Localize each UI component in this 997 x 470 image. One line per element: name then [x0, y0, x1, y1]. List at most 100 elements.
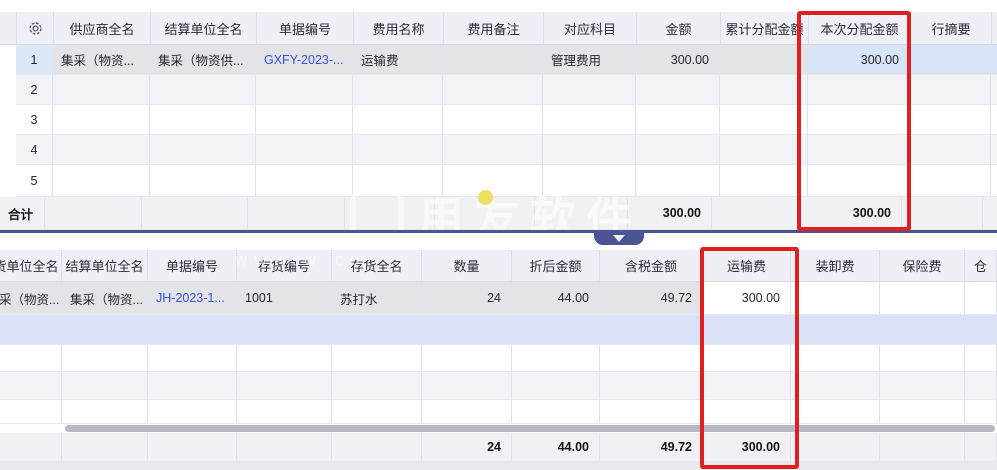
column-header-2[interactable]: 结算单位全名 [62, 250, 148, 282]
grid-cell[interactable] [703, 400, 791, 424]
grid-cell[interactable] [150, 135, 256, 165]
grid-cell[interactable] [600, 400, 703, 424]
grid-cell[interactable] [353, 105, 443, 135]
grid-cell[interactable] [148, 372, 237, 400]
grid-cell[interactable] [443, 165, 543, 197]
grid-cell[interactable] [53, 135, 150, 165]
grid-cell[interactable]: 集采（物资... [53, 45, 150, 75]
grid-cell[interactable] [636, 105, 720, 135]
grid-cell[interactable] [150, 105, 256, 135]
row-number[interactable]: 4 [16, 135, 53, 165]
column-header-9[interactable]: 运输费 [703, 250, 791, 282]
grid-cell[interactable] [791, 372, 880, 400]
grid-cell[interactable] [910, 105, 991, 135]
column-header-8[interactable]: 累计分配金额 [721, 12, 809, 45]
column-header-6[interactable]: 对应科目 [544, 12, 637, 45]
grid-cell[interactable] [880, 315, 965, 345]
column-header-5[interactable]: 费用备注 [444, 12, 544, 45]
grid-cell[interactable] [636, 75, 720, 105]
grid-cell[interactable] [636, 135, 720, 165]
grid-cell[interactable] [443, 135, 543, 165]
grid-cell[interactable] [422, 372, 512, 400]
grid-cell[interactable] [353, 165, 443, 197]
collapse-panel-button[interactable] [594, 232, 644, 245]
grid-cell[interactable] [910, 165, 991, 197]
column-header-8[interactable]: 含税金额 [600, 250, 703, 282]
grid-cell[interactable] [0, 345, 62, 372]
grid-cell[interactable] [880, 282, 965, 315]
grid-cell[interactable] [791, 400, 880, 424]
column-header-11[interactable]: 保险费 [880, 250, 965, 282]
grid-cell[interactable] [808, 165, 910, 197]
grid-cell[interactable] [237, 372, 332, 400]
grid-cell[interactable] [443, 75, 543, 105]
column-header-4[interactable]: 存货编号 [237, 250, 332, 282]
column-header-3[interactable]: 单据编号 [148, 250, 237, 282]
column-header-2[interactable]: 结算单位全名 [151, 12, 257, 45]
grid-cell[interactable] [543, 105, 636, 135]
grid-cell[interactable] [332, 315, 422, 345]
row-number[interactable]: 2 [16, 75, 53, 105]
grid-cell[interactable] [332, 345, 422, 372]
grid-cell[interactable] [965, 315, 997, 345]
grid-cell[interactable] [150, 75, 256, 105]
grid-cell[interactable] [910, 75, 991, 105]
row-number[interactable]: 3 [16, 105, 53, 135]
grid-cell[interactable] [720, 45, 808, 75]
grid-cell[interactable] [237, 400, 332, 424]
grid-cell[interactable] [62, 345, 148, 372]
grid-cell[interactable] [791, 282, 880, 315]
column-settings-button[interactable] [17, 12, 54, 45]
grid-cell[interactable]: 24 [422, 282, 512, 315]
column-header-6[interactable]: 数量 [422, 250, 512, 282]
grid-cell[interactable] [148, 345, 237, 372]
column-header-7[interactable]: 折后金额 [512, 250, 600, 282]
grid-cell[interactable] [53, 165, 150, 197]
grid-cell[interactable] [150, 165, 256, 197]
grid-cell[interactable] [720, 105, 808, 135]
grid-cell[interactable] [703, 372, 791, 400]
grid-cell[interactable] [808, 105, 910, 135]
grid-cell[interactable] [0, 315, 62, 345]
grid-cell[interactable] [148, 315, 237, 345]
grid-cell[interactable] [0, 400, 62, 424]
grid-cell[interactable]: GXFY-2023-... [256, 45, 353, 75]
grid-cell[interactable] [720, 165, 808, 197]
grid-cell[interactable] [512, 372, 600, 400]
grid-cell[interactable] [600, 345, 703, 372]
grid-cell[interactable] [443, 105, 543, 135]
grid-cell[interactable] [512, 345, 600, 372]
grid-cell[interactable]: 运输费 [353, 45, 443, 75]
column-header-9[interactable]: 本次分配金额 [809, 12, 911, 45]
grid-cell[interactable] [422, 345, 512, 372]
grid-cell[interactable] [512, 315, 600, 345]
grid-cell[interactable] [53, 75, 150, 105]
grid-cell[interactable] [422, 315, 512, 345]
grid-cell[interactable]: JH-2023-1... [148, 282, 237, 315]
grid-cell[interactable] [543, 75, 636, 105]
grid-cell[interactable]: 苏打水 [332, 282, 422, 315]
grid-cell[interactable]: 300.00 [636, 45, 720, 75]
grid-cell[interactable] [600, 315, 703, 345]
grid-cell[interactable] [910, 135, 991, 165]
grid-cell[interactable]: 1001 [237, 282, 332, 315]
grid-cell[interactable] [791, 315, 880, 345]
grid-cell[interactable] [880, 372, 965, 400]
grid-cell[interactable] [62, 315, 148, 345]
column-header-10[interactable]: 装卸费 [791, 250, 880, 282]
grid-cell[interactable] [512, 400, 600, 424]
grid-cell[interactable]: 管理费用 [543, 45, 636, 75]
grid-cell[interactable] [965, 345, 997, 372]
grid-cell[interactable] [808, 75, 910, 105]
grid-cell[interactable] [53, 105, 150, 135]
grid-cell[interactable] [422, 400, 512, 424]
grid-cell[interactable] [62, 372, 148, 400]
grid-cell[interactable]: 300.00 [808, 45, 910, 75]
grid-cell[interactable] [791, 345, 880, 372]
column-header-12[interactable]: 仓 [965, 250, 997, 282]
grid-cell[interactable] [965, 400, 997, 424]
grid-cell[interactable] [880, 400, 965, 424]
grid-cell[interactable] [62, 400, 148, 424]
grid-cell[interactable]: 采（物资... [0, 282, 62, 315]
column-header-3[interactable]: 单据编号 [257, 12, 354, 45]
